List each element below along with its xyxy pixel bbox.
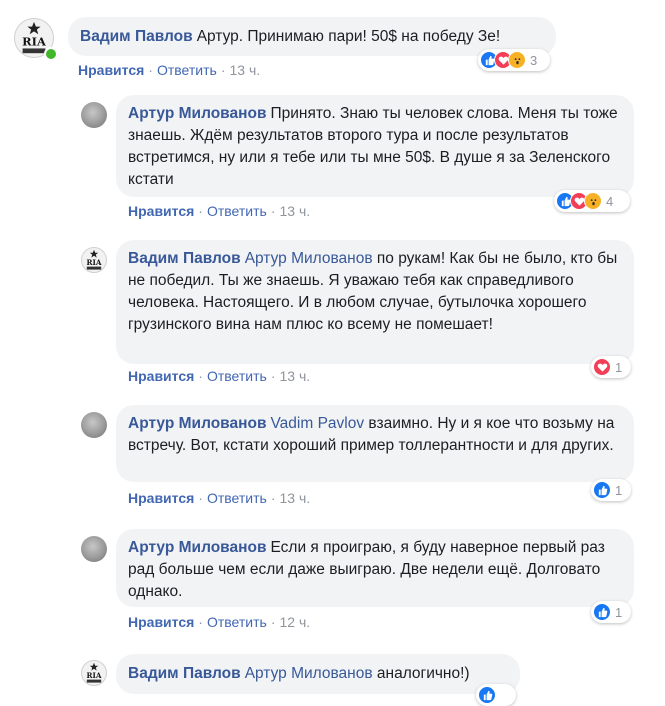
comment-actions: Нравится · Ответить · 13 ч. <box>78 62 260 78</box>
separator: · <box>270 614 276 630</box>
comment-time[interactable]: 13 ч. <box>279 490 310 506</box>
reaction-count: 1 <box>615 604 623 620</box>
like-icon <box>478 686 496 704</box>
comment-mention[interactable]: Артур Милованов <box>245 665 373 682</box>
svg-text:RIA: RIA <box>22 35 46 49</box>
wow-icon <box>508 51 526 69</box>
separator: · <box>148 62 153 78</box>
reaction-count: 1 <box>615 359 623 375</box>
reactions-summary[interactable]: 3 <box>478 49 550 71</box>
comment-text: аналогично!) <box>376 665 470 682</box>
comment-actions: Нравится · Ответить · 13 ч. <box>128 490 310 506</box>
separator: · <box>270 490 276 506</box>
comment-bubble: Вадим Павлов Артур Милованов по рукам! Ка… <box>116 240 634 364</box>
svg-text:RIA: RIA <box>87 671 102 680</box>
comment-bubble: Артур Милованов Если я проиграю, я буду н… <box>116 529 634 607</box>
love-icon <box>593 358 611 376</box>
comment-author[interactable]: Артур Милованов <box>128 415 266 432</box>
separator: · <box>198 490 203 506</box>
separator: · <box>198 203 203 219</box>
reply-button[interactable]: Ответить <box>157 62 217 78</box>
ria-logo-icon: RIA <box>87 662 102 683</box>
comment-mention[interactable]: Vadim Pavlov <box>270 415 364 432</box>
svg-text:RIA: RIA <box>87 258 102 267</box>
ria-logo-icon: RIA <box>87 249 102 270</box>
like-button[interactable]: Нравится <box>128 203 194 219</box>
wow-icon <box>584 192 602 210</box>
reply-button[interactable]: Ответить <box>207 203 267 219</box>
comment-author[interactable]: Вадим Павлов <box>128 250 241 267</box>
avatar[interactable] <box>81 412 107 438</box>
comment-bubble: Артур Милованов Принято. Знаю ты человек … <box>116 95 634 197</box>
reaction-count: 1 <box>615 482 623 498</box>
comment-mention[interactable]: Артур Милованов <box>245 250 373 267</box>
reply-button[interactable]: Ответить <box>207 614 267 630</box>
comment-time[interactable]: 12 ч. <box>279 614 310 630</box>
separator: · <box>198 368 203 384</box>
like-button[interactable]: Нравится <box>128 490 194 506</box>
comment-time[interactable]: 13 ч. <box>279 368 310 384</box>
reactions-summary[interactable]: 1 <box>591 356 631 378</box>
like-button[interactable]: Нравится <box>128 614 194 630</box>
reply-button[interactable]: Ответить <box>207 368 267 384</box>
separator: · <box>198 614 203 630</box>
comment-actions: Нравится · Ответить · 13 ч. <box>128 368 310 384</box>
separator: · <box>270 203 276 219</box>
avatar[interactable]: RIA <box>81 660 107 686</box>
comment-time[interactable]: 13 ч. <box>229 62 260 78</box>
comment-text: Артур. Принимаю пари! 50$ на победу Зе! <box>196 28 501 45</box>
like-button[interactable]: Нравится <box>78 62 144 78</box>
comment-bubble: Вадим Павлов Артур Милованов аналогично!) <box>116 654 520 694</box>
reaction-count: 3 <box>530 52 538 68</box>
like-button[interactable]: Нравится <box>128 368 194 384</box>
like-icon <box>593 603 611 621</box>
reactions-summary[interactable] <box>476 684 516 706</box>
separator: · <box>270 368 276 384</box>
reactions-summary[interactable]: 1 <box>591 479 631 501</box>
separator: · <box>220 62 226 78</box>
reactions-summary[interactable]: 4 <box>554 190 630 212</box>
reaction-count: 4 <box>606 193 614 209</box>
comment-actions: Нравится · Ответить · 12 ч. <box>128 614 310 630</box>
comment-actions: Нравится · Ответить · 13 ч. <box>128 203 310 219</box>
avatar[interactable] <box>81 536 107 562</box>
comment-time[interactable]: 13 ч. <box>279 203 310 219</box>
reply-button[interactable]: Ответить <box>207 490 267 506</box>
reactions-summary[interactable]: 1 <box>591 601 631 623</box>
avatar[interactable]: RIA <box>81 247 107 273</box>
comment-author[interactable]: Артур Милованов <box>128 105 266 122</box>
online-status-icon <box>44 47 58 61</box>
like-icon <box>593 481 611 499</box>
comment-author[interactable]: Вадим Павлов <box>80 28 193 45</box>
comment-bubble: Артур Милованов Vadim Pavlov взаимно. Ну … <box>116 405 634 482</box>
comment-author[interactable]: Артур Милованов <box>128 539 266 556</box>
avatar[interactable] <box>81 102 107 128</box>
comment-author[interactable]: Вадим Павлов <box>128 665 241 682</box>
